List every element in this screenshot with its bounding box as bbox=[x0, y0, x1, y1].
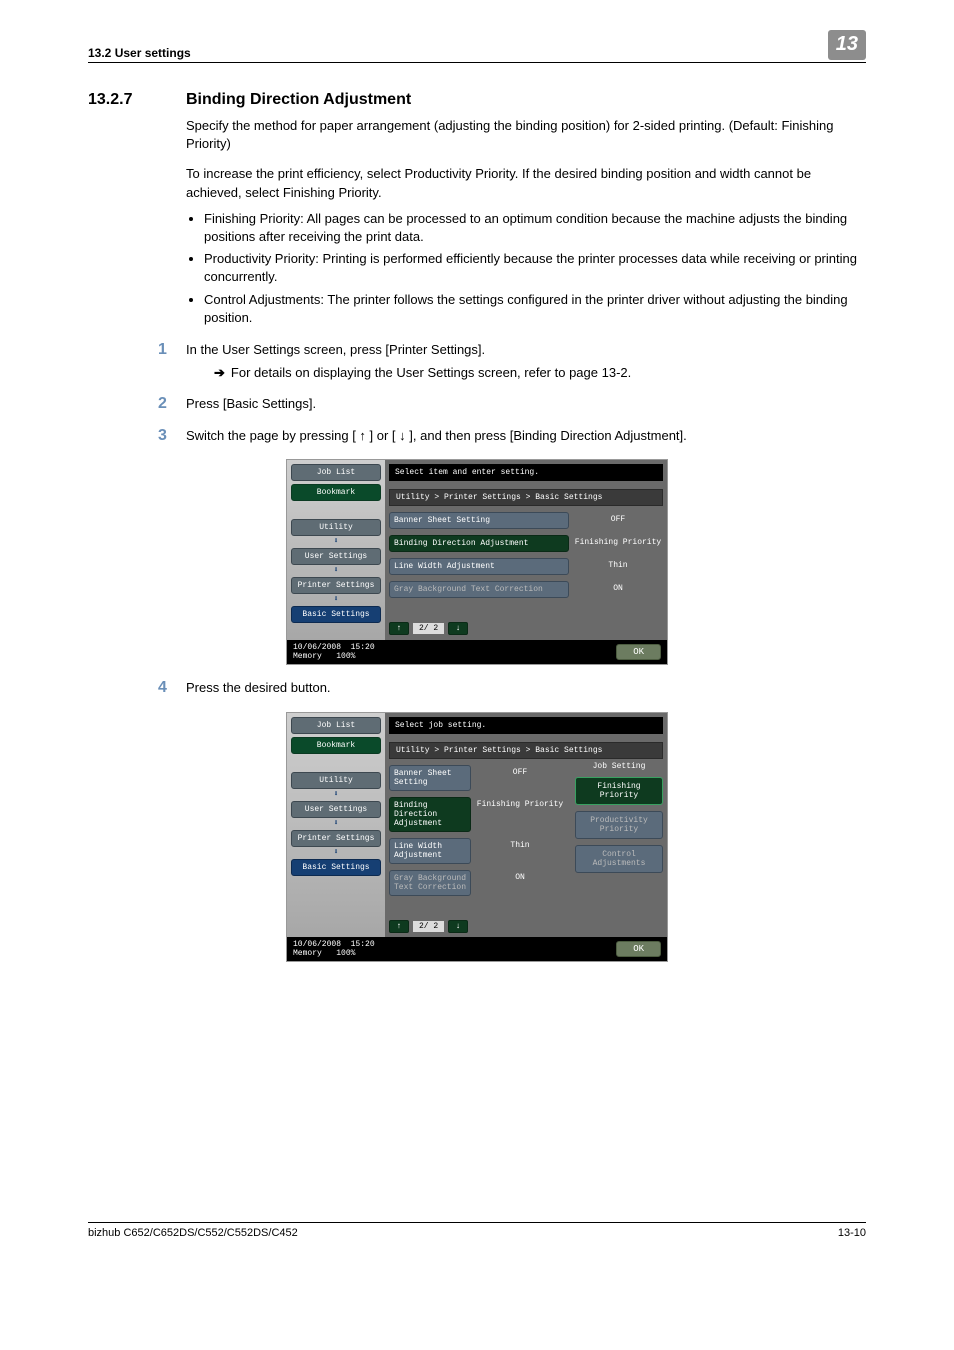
section-title: Binding Direction Adjustment bbox=[186, 91, 411, 109]
step-2-text: Press [Basic Settings]. bbox=[186, 395, 866, 413]
binding-direction-adjustment-value: Finishing Priority bbox=[573, 535, 663, 552]
step-number-3: 3 bbox=[158, 427, 186, 445]
page-up-button[interactable]: ↑ bbox=[389, 920, 409, 933]
bullet-finishing-priority: Finishing Priority: All pages can be pro… bbox=[204, 210, 866, 246]
step-number-2: 2 bbox=[158, 395, 186, 413]
chapter-number-badge: 13 bbox=[828, 30, 866, 60]
connector-icon: ⬇ bbox=[291, 597, 381, 603]
ok-button[interactable]: OK bbox=[616, 941, 661, 957]
line-width-adjustment-value: Thin bbox=[573, 558, 663, 575]
page-down-button[interactable]: ↓ bbox=[448, 622, 468, 635]
step-1-substep: ➔For details on displaying the User Sett… bbox=[214, 365, 866, 381]
printer-settings-button[interactable]: Printer Settings bbox=[291, 577, 381, 594]
page-number: 13-10 bbox=[838, 1227, 866, 1239]
intro-paragraph-2: To increase the print efficiency, select… bbox=[186, 165, 866, 201]
binding-direction-adjustment-button[interactable]: Binding Direction Adjustment bbox=[389, 535, 569, 552]
page-indicator: 2/ 2 bbox=[413, 921, 444, 932]
section-number: 13.2.7 bbox=[88, 91, 186, 109]
user-settings-button[interactable]: User Settings bbox=[291, 548, 381, 565]
step-3-text: Switch the page by pressing [ ↑ ] or [ ↓… bbox=[186, 427, 866, 445]
job-list-button[interactable]: Job List bbox=[291, 464, 381, 481]
utility-button[interactable]: Utility bbox=[291, 519, 381, 536]
step-number-4: 4 bbox=[158, 679, 186, 697]
connector-icon: ⬇ bbox=[291, 539, 381, 545]
gray-bg-text-correction-value: ON bbox=[475, 870, 565, 896]
printer-panel-screenshot-2: Job List Bookmark Utility ⬇ User Setting… bbox=[286, 712, 668, 962]
line-width-adjustment-value: Thin bbox=[475, 838, 565, 864]
breadcrumb: Utility > Printer Settings > Basic Setti… bbox=[389, 742, 663, 759]
user-settings-button[interactable]: User Settings bbox=[291, 801, 381, 818]
bullet-control-adjustments: Control Adjustments: The printer follows… bbox=[204, 291, 866, 327]
job-setting-panel: Job Setting Finishing Priority Productiv… bbox=[575, 759, 663, 933]
job-setting-title: Job Setting bbox=[575, 762, 663, 771]
nav-sidebar: Job List Bookmark Utility ⬇ User Setting… bbox=[287, 713, 385, 937]
footer-model: bizhub C652/C652DS/C552/C552DS/C452 bbox=[88, 1227, 298, 1239]
basic-settings-button[interactable]: Basic Settings bbox=[291, 859, 381, 876]
job-list-button[interactable]: Job List bbox=[291, 717, 381, 734]
ok-button[interactable]: OK bbox=[616, 644, 661, 660]
bookmark-button[interactable]: Bookmark bbox=[291, 484, 381, 501]
banner-sheet-setting-value: OFF bbox=[573, 512, 663, 529]
nav-sidebar: Job List Bookmark Utility ⬇ User Setting… bbox=[287, 460, 385, 640]
step-number-1: 1 bbox=[158, 341, 186, 359]
connector-icon: ⬇ bbox=[291, 792, 381, 798]
connector-icon: ⬇ bbox=[291, 821, 381, 827]
running-header: 13.2 User settings bbox=[88, 46, 191, 60]
step-1-text: In the User Settings screen, press [Prin… bbox=[186, 341, 866, 359]
gray-bg-text-correction-button[interactable]: Gray Background Text Correction bbox=[389, 581, 569, 598]
connector-icon: ⬇ bbox=[291, 568, 381, 574]
breadcrumb: Utility > Printer Settings > Basic Setti… bbox=[389, 489, 663, 506]
page-down-button[interactable]: ↓ bbox=[448, 920, 468, 933]
bullet-list: Finishing Priority: All pages can be pro… bbox=[186, 210, 866, 327]
binding-direction-adjustment-button[interactable]: Binding Direction Adjustment bbox=[389, 797, 471, 832]
gray-bg-text-correction-value: ON bbox=[573, 581, 663, 598]
basic-settings-button[interactable]: Basic Settings bbox=[291, 606, 381, 623]
gray-bg-text-correction-button[interactable]: Gray Background Text Correction bbox=[389, 870, 471, 896]
status-bar: 10/06/2008 15:20 Memory 100% bbox=[293, 940, 375, 958]
printer-panel-screenshot-1: Job List Bookmark Utility ⬇ User Setting… bbox=[286, 459, 668, 665]
page-up-button[interactable]: ↑ bbox=[389, 622, 409, 635]
arrow-icon: ➔ bbox=[214, 365, 225, 380]
intro-paragraph-1: Specify the method for paper arrangement… bbox=[186, 117, 866, 153]
banner-sheet-setting-button[interactable]: Banner Sheet Setting bbox=[389, 512, 569, 529]
option-productivity-priority[interactable]: Productivity Priority bbox=[575, 811, 663, 839]
bookmark-button[interactable]: Bookmark bbox=[291, 737, 381, 754]
banner-sheet-setting-button[interactable]: Banner Sheet Setting bbox=[389, 765, 471, 791]
page-indicator: 2/ 2 bbox=[413, 623, 444, 634]
option-control-adjustments[interactable]: Control Adjustments bbox=[575, 845, 663, 873]
step-4-text: Press the desired button. bbox=[186, 679, 866, 697]
connector-icon: ⬇ bbox=[291, 850, 381, 856]
line-width-adjustment-button[interactable]: Line Width Adjustment bbox=[389, 558, 569, 575]
line-width-adjustment-button[interactable]: Line Width Adjustment bbox=[389, 838, 471, 864]
status-bar: 10/06/2008 15:20 Memory 100% bbox=[293, 643, 375, 661]
utility-button[interactable]: Utility bbox=[291, 772, 381, 789]
binding-direction-adjustment-value: Finishing Priority bbox=[475, 797, 565, 832]
printer-settings-button[interactable]: Printer Settings bbox=[291, 830, 381, 847]
bullet-productivity-priority: Productivity Priority: Printing is perfo… bbox=[204, 250, 866, 286]
prompt-message: Select item and enter setting. bbox=[389, 464, 663, 481]
option-finishing-priority[interactable]: Finishing Priority bbox=[575, 777, 663, 805]
prompt-message: Select job setting. bbox=[389, 717, 663, 734]
banner-sheet-setting-value: OFF bbox=[475, 765, 565, 791]
